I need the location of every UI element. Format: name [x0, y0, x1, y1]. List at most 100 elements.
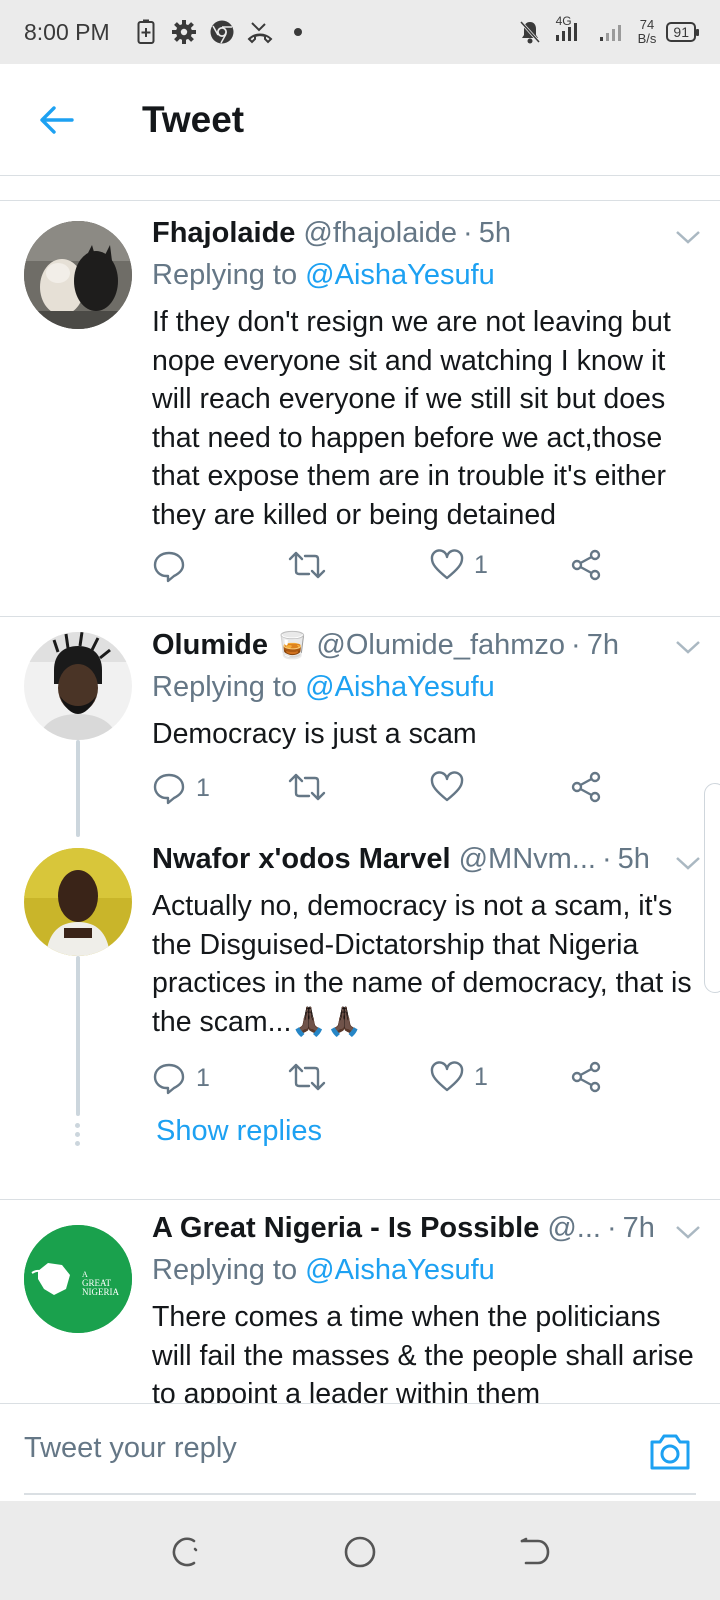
author-handle[interactable]: @Olumide_fahmzo — [316, 629, 565, 662]
reply-button[interactable] — [152, 549, 196, 583]
retweet-icon — [288, 551, 326, 579]
home-icon[interactable] — [343, 1535, 377, 1569]
like-button[interactable]: 1 — [430, 1061, 488, 1093]
battery-indicator: 91 — [666, 22, 699, 42]
back-nav-icon[interactable] — [518, 1535, 552, 1569]
replying-prefix: Replying to — [152, 671, 306, 703]
avatar[interactable] — [24, 848, 132, 956]
avatar[interactable] — [24, 221, 132, 329]
retweet-icon — [288, 1063, 326, 1091]
author-name[interactable]: Fhajolaide — [152, 217, 295, 250]
reply-count: 1 — [196, 1063, 210, 1092]
like-button[interactable] — [430, 771, 474, 803]
heart-icon — [430, 771, 464, 802]
show-replies-link[interactable]: Show replies — [156, 1115, 322, 1148]
reply-input[interactable]: Tweet your reply — [24, 1432, 237, 1465]
tweet-actions: 1 — [152, 771, 612, 811]
replying-prefix: Replying to — [152, 1254, 306, 1286]
recents-icon[interactable] — [168, 1535, 202, 1569]
tweet-text: Democracy is just a scam — [152, 718, 477, 750]
notification-dot-icon — [284, 18, 312, 46]
app-header: Tweet — [0, 64, 720, 176]
page-title: Tweet — [142, 98, 245, 140]
author-name[interactable]: A Great Nigeria - Is Possible — [152, 1212, 539, 1245]
mention-link[interactable]: @AishaYesufu — [305, 1254, 495, 1286]
camera-button[interactable] — [648, 1432, 692, 1472]
tweet-actions: 1 1 — [152, 1061, 612, 1101]
share-button[interactable] — [570, 771, 602, 803]
share-button[interactable] — [570, 1061, 602, 1093]
reply-count: 1 — [196, 773, 210, 802]
heart-icon — [430, 1061, 464, 1092]
tweet-header: Fhajolaide @fhajolaide · 5h — [152, 217, 698, 257]
author-name-emoji: 🥃 — [276, 630, 309, 660]
reply-button[interactable]: 1 — [152, 1061, 210, 1095]
tweet-time: 7h — [622, 1212, 655, 1244]
retweet-button[interactable] — [288, 549, 336, 581]
like-button[interactable]: 1 — [430, 549, 488, 581]
share-button[interactable] — [570, 549, 602, 581]
tweet-text: If they don't resign we are not leaving … — [152, 306, 671, 531]
tweet-header: Olumide 🥃 @Olumide_fahmzo · 7h — [152, 629, 698, 669]
heart-icon — [430, 549, 464, 580]
author-handle[interactable]: @fhajolaide — [303, 217, 457, 250]
mention-link[interactable]: @AishaYesufu — [305, 259, 495, 291]
chevron-down-icon[interactable] — [674, 853, 702, 873]
like-count: 1 — [474, 1062, 488, 1091]
missed-call-icon — [246, 18, 274, 46]
reply-button[interactable]: 1 — [152, 771, 210, 805]
replying-to: Replying to @AishaYesufu — [152, 259, 698, 299]
retweet-button[interactable] — [288, 771, 336, 803]
tweet-text: There comes a time when the politicians … — [152, 1301, 694, 1403]
back-button[interactable] — [26, 90, 86, 150]
mute-bell-icon — [516, 18, 544, 46]
separator-dot: · — [606, 1212, 617, 1244]
thread-line — [76, 740, 80, 837]
reply-icon — [153, 1063, 185, 1095]
separator-dot: · — [463, 217, 473, 249]
network-speed-value: 74 — [639, 17, 655, 32]
thread-line — [76, 956, 80, 1116]
logo-text: NIGERIA — [82, 1287, 119, 1297]
network-speed-unit: B/s — [637, 31, 657, 46]
scroll-handle[interactable] — [704, 783, 720, 993]
replying-prefix: Replying to — [152, 259, 306, 291]
reply-icon — [153, 773, 185, 805]
reply-feed[interactable]: Fhajolaide @fhajolaide · 5h Replying to … — [0, 201, 720, 1403]
author-handle[interactable]: @... — [547, 1212, 601, 1245]
avatar[interactable] — [24, 632, 132, 740]
signal-4g-icon: 4G — [554, 14, 588, 46]
input-underline — [24, 1493, 696, 1495]
thread-dots — [75, 1123, 81, 1150]
avatar[interactable]: A GREAT NIGERIA — [24, 1225, 132, 1333]
tweet-item[interactable]: Fhajolaide @fhajolaide · 5h Replying to … — [0, 201, 720, 601]
separator-dot: · — [571, 629, 581, 661]
share-icon — [571, 771, 601, 803]
share-icon — [571, 1061, 601, 1093]
tweet-item[interactable]: A GREAT NIGERIA A Great Nigeria - Is Pos… — [0, 1200, 720, 1403]
battery-saver-icon — [132, 18, 160, 46]
arrow-left-icon — [40, 105, 74, 134]
tweet-header: Nwafor x'odos Marvel @MNvm... · 5h — [152, 843, 698, 883]
status-bar: 8:00 PM 4G 74 B/s 91 — [0, 0, 720, 64]
retweet-icon — [288, 773, 326, 801]
author-name[interactable]: Olumide — [152, 629, 268, 662]
chevron-down-icon[interactable] — [674, 637, 702, 657]
chevron-down-icon[interactable] — [674, 1222, 702, 1242]
reply-composer: Tweet your reply — [0, 1403, 720, 1501]
chevron-down-icon[interactable] — [674, 227, 702, 247]
retweet-button[interactable] — [288, 1061, 336, 1093]
camera-icon — [650, 1434, 690, 1470]
network-type: 4G — [555, 14, 572, 28]
like-count: 1 — [474, 550, 488, 579]
author-name[interactable]: Nwafor x'odos Marvel — [152, 843, 451, 876]
tweet-item[interactable]: Olumide 🥃 @Olumide_fahmzo · 7h Replying … — [0, 617, 720, 837]
replying-to: Replying to @AishaYesufu — [152, 1254, 698, 1294]
tweet-actions: 1 — [152, 549, 612, 589]
share-icon — [571, 549, 601, 581]
chrome-icon — [208, 18, 236, 46]
tweet-item[interactable]: Nwafor x'odos Marvel @MNvm... · 5h Actua… — [0, 833, 720, 1177]
mention-link[interactable]: @AishaYesufu — [305, 671, 495, 703]
author-handle[interactable]: @MNvm... — [459, 843, 596, 876]
status-time: 8:00 PM — [24, 18, 110, 45]
